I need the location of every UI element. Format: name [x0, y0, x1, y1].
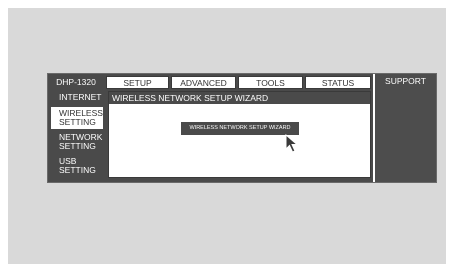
sidebar-item-label: SETTING — [59, 141, 96, 151]
content-panel: WIRELESS NETWORK SETUP WIZARD WIRELESS N… — [108, 91, 371, 178]
tab-advanced[interactable]: ADVANCED — [171, 76, 236, 89]
sidebar-item-label: SETTING — [59, 165, 96, 175]
sidebar-item-label: SETTING — [59, 117, 96, 127]
mouse-pointer-icon — [285, 134, 299, 153]
tab-tools[interactable]: TOOLS — [238, 76, 303, 89]
tab-status[interactable]: STATUS — [305, 76, 371, 89]
tab-setup[interactable]: SETUP — [106, 76, 169, 89]
tab-support-label: SUPPORT — [385, 76, 426, 86]
sidebar-item-wireless-setting[interactable]: WIRELESS SETTING — [51, 107, 103, 129]
router-web-ui: DHP-1320 SETUP ADVANCED TOOLS STATUS SUP… — [47, 73, 437, 183]
sidebar-item-internet[interactable]: INTERNET — [51, 93, 103, 105]
panel-title: WIRELESS NETWORK SETUP WIZARD — [109, 92, 370, 104]
sidebar-item-usb-setting[interactable]: USB SETTING — [51, 157, 103, 177]
wireless-setup-wizard-button[interactable]: WIRELESS NETWORK SETUP WIZARD — [181, 122, 299, 135]
sidebar-item-network-setting[interactable]: NETWORK SETTING — [51, 133, 103, 153]
model-name: DHP-1320 — [56, 77, 96, 87]
sidebar-item-label: INTERNET — [59, 92, 102, 102]
tab-support[interactable]: SUPPORT — [373, 74, 436, 182]
